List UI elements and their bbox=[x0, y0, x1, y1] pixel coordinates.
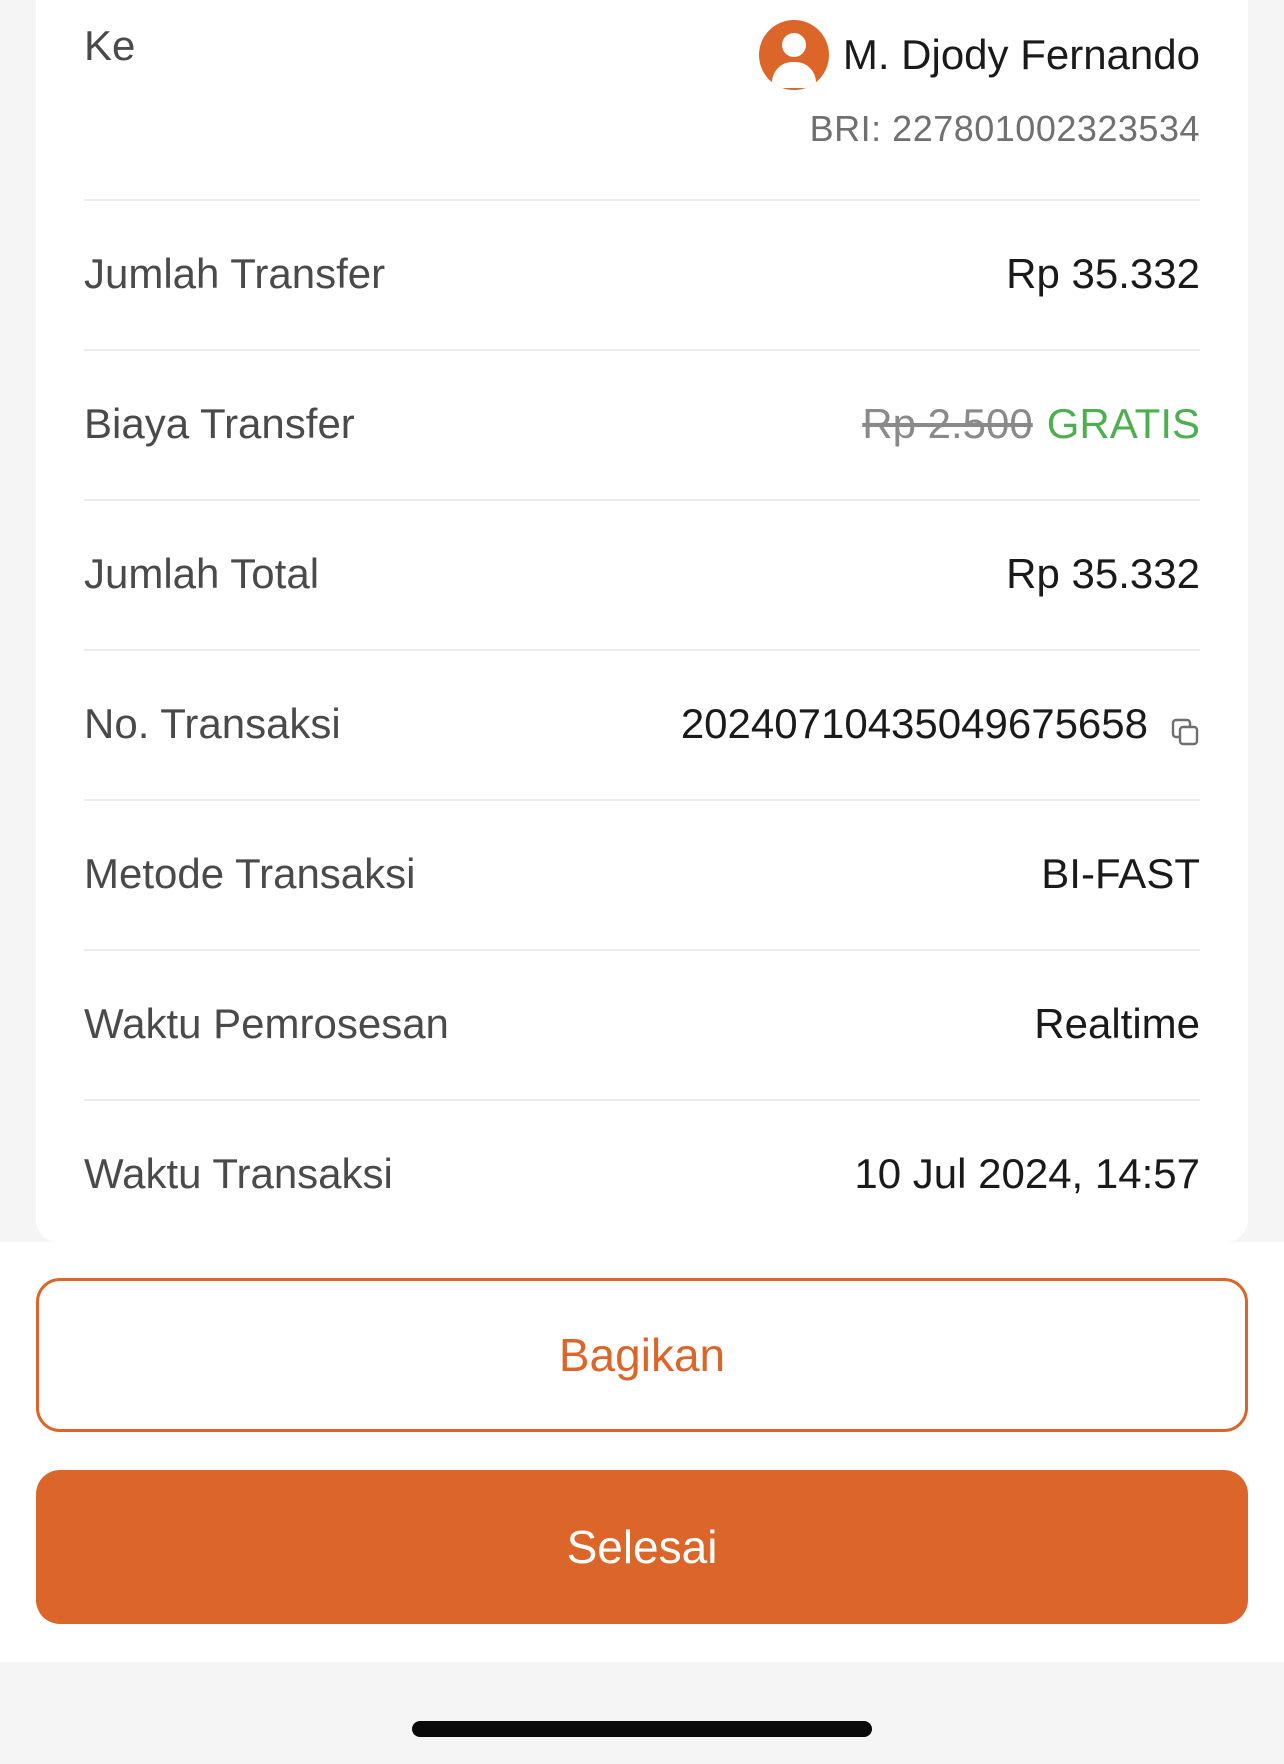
transfer-fee-label: Biaya Transfer bbox=[84, 400, 355, 447]
transfer-fee-free-badge: GRATIS bbox=[1046, 400, 1200, 447]
divider bbox=[84, 199, 1200, 201]
recipient-label: Ke bbox=[84, 22, 136, 69]
divider bbox=[84, 499, 1200, 501]
action-panel: Bagikan Selesai bbox=[0, 1242, 1284, 1662]
transaction-time-label: Waktu Transaksi bbox=[84, 1150, 393, 1197]
copy-icon[interactable] bbox=[1170, 709, 1200, 746]
divider bbox=[84, 1099, 1200, 1101]
transfer-amount-label: Jumlah Transfer bbox=[84, 250, 386, 297]
recipient-name: M. Djody Fernando bbox=[842, 31, 1200, 78]
divider bbox=[84, 949, 1200, 951]
transfer-fee-value-group: Rp 2.500 GRATIS bbox=[862, 400, 1200, 448]
done-button[interactable]: Selesai bbox=[36, 1470, 1248, 1624]
transfer-fee-original: Rp 2.500 bbox=[862, 400, 1033, 447]
total-amount-row: Jumlah Total Rp 35.332 bbox=[84, 550, 1200, 600]
processing-time-row: Waktu Pemrosesan Realtime bbox=[84, 1000, 1200, 1050]
transaction-method-label: Metode Transaksi bbox=[84, 850, 416, 897]
transaction-number-group: 20240710435049675658 bbox=[681, 700, 1200, 748]
total-amount-value: Rp 35.332 bbox=[1006, 550, 1200, 597]
home-indicator[interactable] bbox=[412, 1721, 872, 1737]
transaction-method-value: BI-FAST bbox=[1041, 850, 1200, 897]
processing-time-label: Waktu Pemrosesan bbox=[84, 1000, 449, 1047]
transaction-time-value: 10 Jul 2024, 14:57 bbox=[854, 1150, 1200, 1197]
transfer-amount-value: Rp 35.332 bbox=[1006, 250, 1200, 297]
transfer-fee-row: Biaya Transfer Rp 2.500 GRATIS bbox=[84, 400, 1200, 450]
transaction-number-value: 20240710435049675658 bbox=[680, 700, 1148, 747]
recipient-name-group: M. Djody Fernando bbox=[758, 20, 1200, 90]
share-button[interactable]: Bagikan bbox=[36, 1278, 1248, 1432]
divider bbox=[84, 349, 1200, 351]
recipient-row: Ke M. Djody Fernando BRI: 22780100232353… bbox=[84, 20, 1200, 160]
divider bbox=[84, 799, 1200, 801]
user-avatar-icon bbox=[758, 20, 829, 90]
processing-time-value: Realtime bbox=[1034, 1000, 1200, 1047]
transaction-time-row: Waktu Transaksi 10 Jul 2024, 14:57 bbox=[84, 1150, 1200, 1200]
transaction-number-label: No. Transaksi bbox=[84, 700, 341, 747]
transfer-amount-row: Jumlah Transfer Rp 35.332 bbox=[84, 250, 1200, 300]
divider bbox=[84, 649, 1200, 651]
transaction-detail-card bbox=[36, 0, 1248, 1242]
transaction-method-row: Metode Transaksi BI-FAST bbox=[84, 850, 1200, 900]
recipient-account: BRI: 227801002323534 bbox=[809, 108, 1200, 149]
total-amount-label: Jumlah Total bbox=[84, 550, 320, 597]
transaction-number-row: No. Transaksi 20240710435049675658 bbox=[84, 700, 1200, 750]
